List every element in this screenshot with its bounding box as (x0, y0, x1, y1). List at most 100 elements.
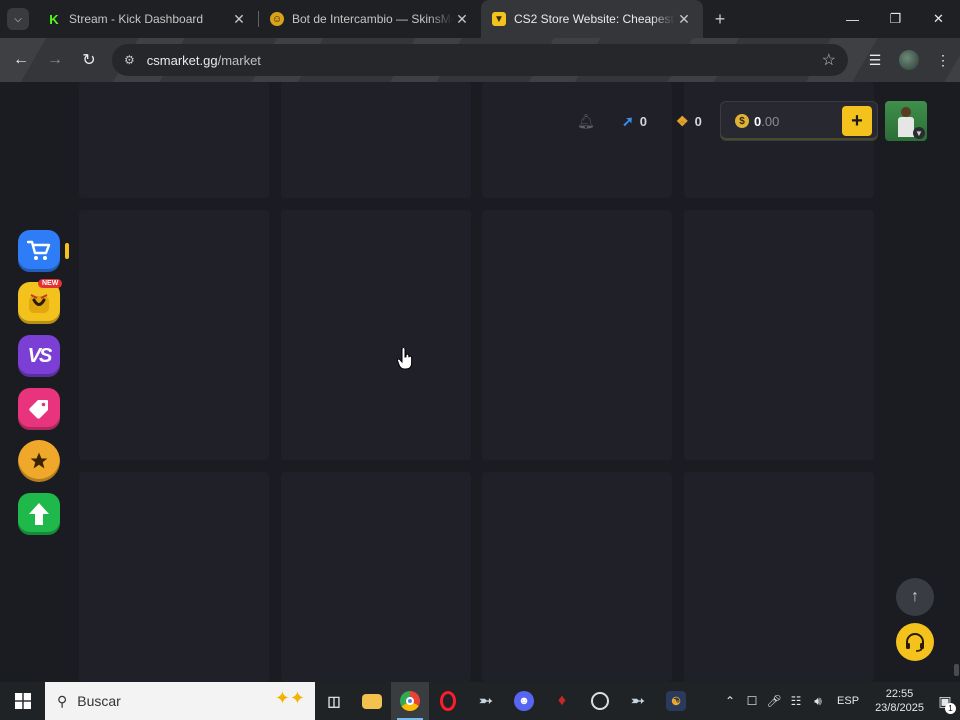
headset-icon (906, 633, 924, 652)
nav-upgrade-button[interactable] (18, 493, 60, 535)
item-card-skeleton[interactable] (684, 472, 874, 682)
item-card-skeleton[interactable] (79, 472, 269, 682)
rifle-icon: ➚ (622, 113, 634, 129)
weapons-counter[interactable]: ➚ 0 (622, 113, 647, 130)
close-window-icon[interactable]: ✕ (917, 0, 960, 38)
windows-logo-icon (14, 693, 31, 709)
app-red-taskbar-button[interactable]: ♦ (543, 682, 581, 720)
address-bar[interactable]: ⚙ csmarket.gg/market ☆ (112, 44, 848, 76)
tab-csmarket[interactable]: ▼ CS2 Store Website: Cheapest CS2 Skins … (481, 0, 703, 38)
arrow-up-icon: ↑ (911, 588, 919, 605)
network-icon[interactable]: ☷ (785, 694, 807, 708)
gift-bag-icon (29, 294, 49, 313)
shopping-cart-icon (27, 240, 51, 260)
nav-rewards-button[interactable] (18, 440, 60, 482)
weapons-count: 0 (639, 114, 647, 129)
minimize-icon[interactable]: — (831, 0, 874, 38)
opera-icon (440, 691, 456, 711)
chevron-down-icon: ⌵ (7, 8, 29, 30)
item-card-skeleton[interactable] (79, 82, 269, 198)
taskbar-search-box[interactable]: ⚲ Buscar ✦✦ (45, 682, 315, 720)
star-icon (30, 452, 48, 469)
arrow-up-icon (29, 503, 49, 525)
nav-versus-button[interactable]: VS (18, 335, 60, 377)
item-card-skeleton[interactable] (482, 210, 672, 460)
site-info-icon[interactable]: ⚙ (124, 53, 135, 67)
close-tab-icon[interactable]: ✕ (453, 11, 471, 28)
folder-icon (362, 693, 382, 709)
chrome-taskbar-button[interactable] (391, 682, 429, 720)
obs-taskbar-button[interactable] (581, 682, 619, 720)
scroll-to-top-button[interactable]: ↑ (896, 578, 934, 616)
media-controls-icon[interactable]: ☰ (858, 44, 892, 76)
user-avatar-button[interactable]: ▼ (885, 101, 927, 141)
language-indicator[interactable]: ESP (837, 695, 859, 707)
kick-logo-icon: K (49, 11, 59, 27)
forward-button[interactable]: → (38, 43, 72, 77)
item-card-skeleton[interactable] (281, 210, 471, 460)
menu-dots-icon[interactable]: ⋮ (926, 44, 960, 76)
add-funds-button[interactable]: + (842, 106, 872, 136)
discord-icon: ☻ (514, 691, 534, 711)
meet-now-icon[interactable]: ☐ (741, 694, 763, 708)
action-center-button[interactable]: ▣ 1 (930, 682, 960, 720)
microphone-icon[interactable]: 🎤︎ (763, 694, 785, 708)
toolbar-actions: ☰ ⋮ (858, 44, 960, 76)
url-path: /market (217, 52, 261, 68)
tab-kick-dashboard[interactable]: K Stream - Kick Dashboard ✕ (36, 0, 258, 38)
red-app-icon: ♦ (557, 692, 567, 709)
item-card-skeleton[interactable] (281, 472, 471, 682)
back-button[interactable]: ← (4, 43, 38, 77)
cs2-taskbar-button[interactable]: ☯ (657, 682, 695, 720)
tab-title: Stream - Kick Dashboard (69, 12, 204, 26)
tab-search-button[interactable]: ⌵ (0, 0, 36, 38)
system-tray: ⌃ ☐ 🎤︎ ☷ 🔊︎ ESP 22:55 23/8/2025 ▣ 1 (719, 682, 960, 720)
price-tag-icon (29, 400, 48, 419)
nav-sell-button[interactable] (18, 388, 60, 430)
restore-icon[interactable]: ❐ (874, 0, 917, 38)
url-text: csmarket.gg/market (147, 53, 261, 68)
discord-taskbar-button[interactable]: ☻ (505, 682, 543, 720)
tab-title: CS2 Store Website: Cheapest CS2 Skins (514, 12, 675, 26)
balance-amount: 0.00 (754, 114, 779, 129)
profile-avatar-icon[interactable] (899, 50, 919, 70)
new-tab-button[interactable]: + (703, 0, 737, 38)
item-card-skeleton[interactable] (684, 210, 874, 460)
task-view-icon: ◫ (327, 692, 341, 709)
system-clock[interactable]: 22:55 23/8/2025 (875, 687, 924, 715)
nav-market-button[interactable] (18, 230, 60, 272)
steam-taskbar-button[interactable]: ➵ (467, 682, 505, 720)
browser-tab-strip: ⌵ K Stream - Kick Dashboard ✕ ☺ Bot de I… (0, 0, 960, 38)
counter-strike-icon: ☯ (666, 691, 686, 711)
item-card-skeleton[interactable] (482, 472, 672, 682)
scrollbar-thumb[interactable] (954, 664, 959, 676)
file-explorer-button[interactable] (353, 682, 391, 720)
notifications-bell-icon[interactable]: 🔔︎ (577, 113, 595, 130)
volume-icon[interactable]: 🔊︎ (807, 694, 829, 709)
opera-taskbar-button[interactable] (429, 682, 467, 720)
item-card-skeleton[interactable] (79, 210, 269, 460)
page-scrollbar[interactable] (952, 82, 960, 682)
task-view-button[interactable]: ◫ (315, 682, 353, 720)
url-host: csmarket.gg (146, 52, 218, 68)
start-button[interactable] (0, 682, 45, 720)
window-controls: — ❐ ✕ (831, 0, 960, 38)
windows-taskbar: ⚲ Buscar ✦✦ ◫ ➵ ☻ ♦ ➵ ☯ ⌃ ☐ 🎤︎ ☷ 🔊︎ ESP … (0, 682, 960, 720)
market-page: 🔔︎ ➚ 0 ❖ 0 $ 0.00 + ▼ NEW VS ↑ (0, 82, 960, 682)
reload-button[interactable]: ↻ (72, 43, 106, 77)
item-card-skeleton[interactable] (281, 82, 471, 198)
support-chat-button[interactable] (896, 623, 934, 661)
new-badge: NEW (38, 279, 63, 288)
bookmark-star-icon[interactable]: ☆ (822, 50, 836, 70)
tab-skinsmonkey[interactable]: ☺ Bot de Intercambio — SkinsMonkey ✕ (259, 0, 481, 38)
steam-2-taskbar-button[interactable]: ➵ (619, 682, 657, 720)
clock-time: 22:55 (885, 688, 914, 700)
chrome-icon (400, 691, 420, 711)
close-tab-icon[interactable]: ✕ (675, 11, 693, 28)
tickets-counter[interactable]: ❖ 0 (676, 113, 702, 130)
nav-cases-button[interactable] (18, 282, 60, 324)
close-tab-icon[interactable]: ✕ (230, 11, 248, 28)
csmarket-logo-icon: ▼ (492, 12, 506, 26)
show-hidden-icons-icon[interactable]: ⌃ (719, 694, 741, 708)
item-card-skeleton[interactable] (482, 82, 672, 198)
